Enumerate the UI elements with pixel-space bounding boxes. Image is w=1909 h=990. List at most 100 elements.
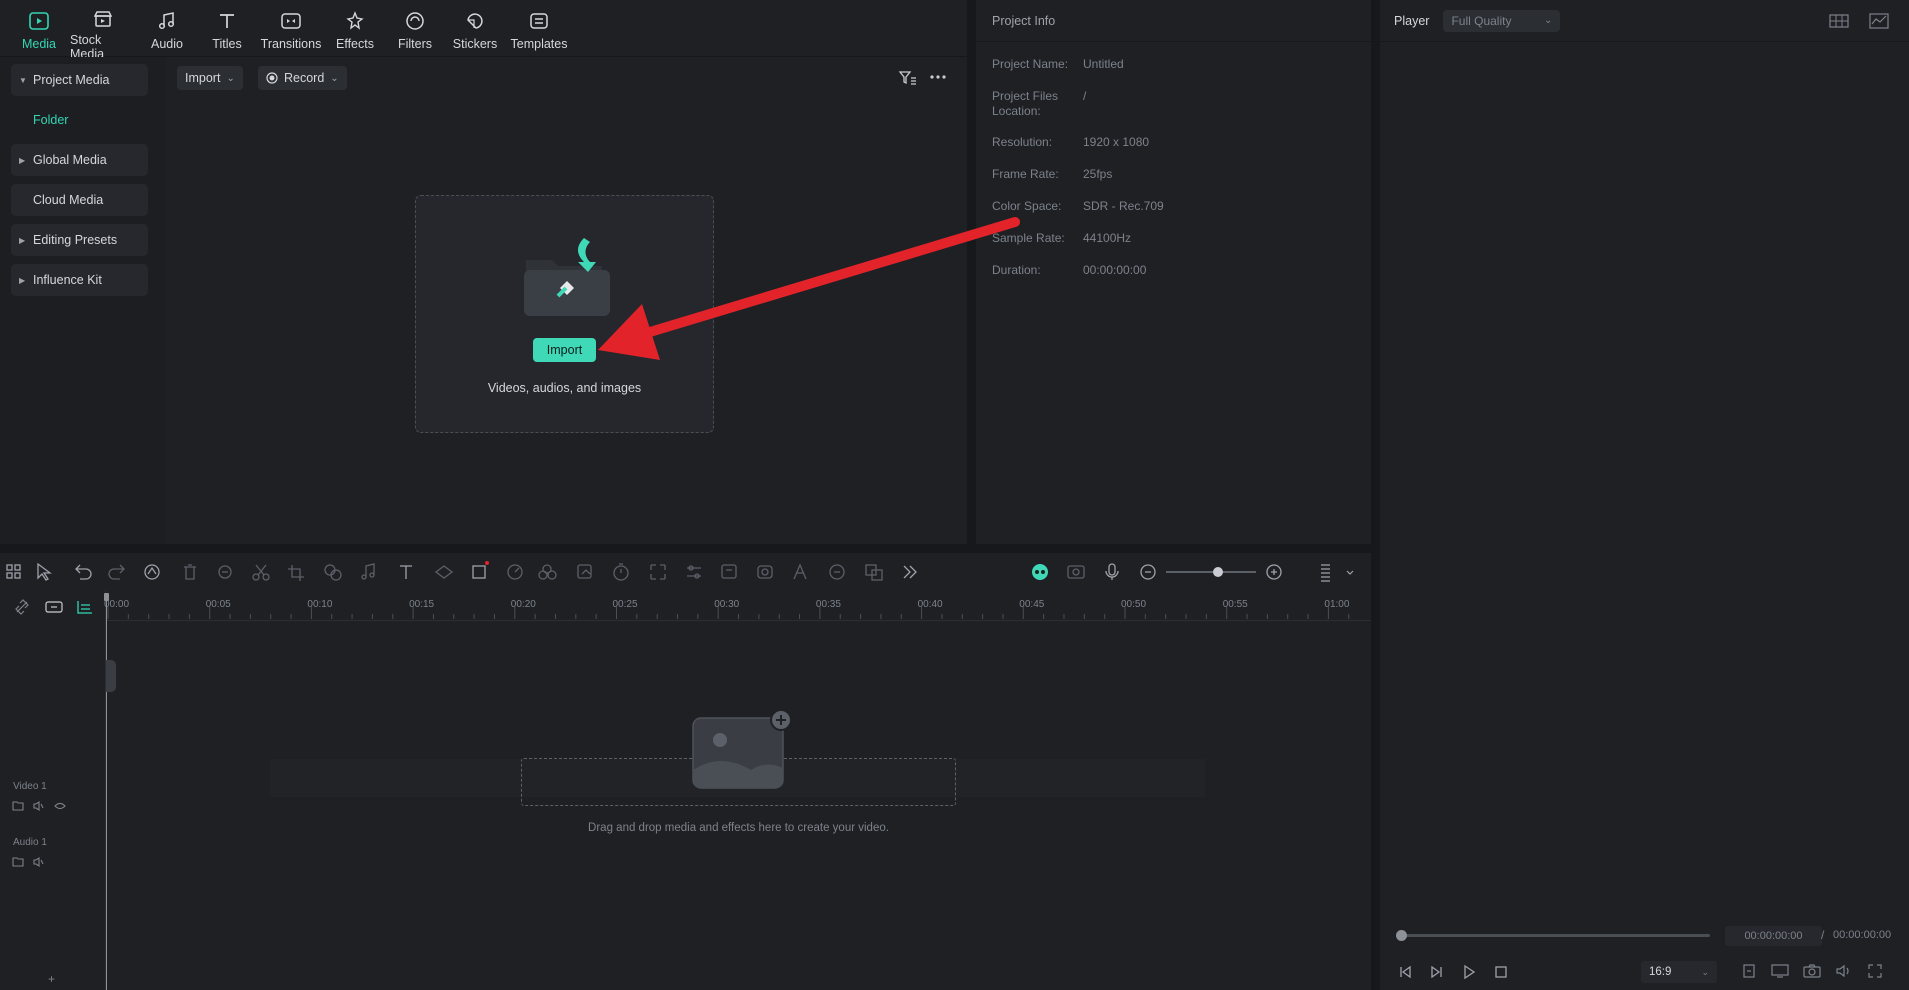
previous-frame-icon[interactable]	[1397, 964, 1413, 980]
ruler-label: 00:35	[815, 599, 841, 610]
stop-icon[interactable]	[1493, 964, 1509, 980]
microphone-icon[interactable]	[1105, 563, 1119, 580]
ruler-label: 00:40	[917, 599, 943, 610]
ai-copilot-icon[interactable]	[1032, 564, 1048, 580]
info-files-location: Project Files Location: /	[992, 89, 1087, 118]
volume-icon[interactable]	[1835, 963, 1853, 979]
mute-icon[interactable]	[33, 800, 44, 812]
tab-stock-media[interactable]: Stock Media	[70, 0, 136, 61]
mark-in-icon[interactable]	[1741, 963, 1757, 979]
playhead-line[interactable]	[106, 593, 107, 990]
aspect-ratio-dropdown[interactable]: 16:9 ⌄	[1641, 961, 1717, 983]
delete-icon[interactable]	[184, 564, 196, 580]
grid-view-icon[interactable]	[1829, 12, 1849, 30]
display-icon[interactable]	[1771, 963, 1789, 979]
color-match-icon[interactable]	[538, 564, 557, 580]
detach-audio-icon[interactable]	[324, 564, 342, 581]
tab-stickers[interactable]: Stickers	[446, 0, 504, 56]
eye-icon[interactable]	[54, 802, 66, 810]
more-tools-icon[interactable]	[903, 565, 917, 579]
tab-audio[interactable]: Audio	[138, 0, 196, 56]
import-dropdown[interactable]: Import ⌄	[177, 66, 243, 90]
current-time-display[interactable]: 00:00:00:00	[1725, 926, 1822, 946]
snapshot-icon[interactable]	[1067, 565, 1085, 579]
sidebar-item-project-media[interactable]: ▼ Project Media	[11, 64, 148, 96]
crop-icon[interactable]	[288, 565, 304, 581]
ai-portrait-icon[interactable]	[829, 564, 845, 580]
magnetic-track-icon[interactable]	[76, 599, 94, 615]
add-track-icon[interactable]	[44, 599, 64, 615]
sidebar-item-folder[interactable]: Folder	[11, 104, 148, 136]
filter-sort-icon[interactable]	[898, 69, 918, 87]
track-audio-controls	[12, 856, 44, 868]
track-settings-icon[interactable]	[1321, 564, 1330, 582]
chevron-down-icon: ⌄	[226, 72, 235, 84]
folder-lock-icon[interactable]	[12, 857, 24, 867]
zoom-slider-knob[interactable]	[1213, 567, 1223, 577]
split-scissors-icon[interactable]	[252, 564, 270, 581]
scopes-icon[interactable]	[1869, 12, 1889, 30]
redo-icon[interactable]	[108, 564, 125, 580]
sticker-tool-icon[interactable]	[577, 564, 592, 579]
panel-title: Project Info	[976, 0, 1371, 42]
mute-icon[interactable]	[33, 856, 44, 868]
tab-media[interactable]: Media	[10, 0, 68, 56]
zoom-out-icon[interactable]	[1140, 564, 1156, 580]
ruler-label: 00:45	[1019, 599, 1045, 610]
tab-effects[interactable]: Effects	[326, 0, 384, 56]
duration-timer-icon[interactable]	[613, 563, 629, 581]
next-frame-icon[interactable]	[1429, 964, 1445, 980]
undo-icon[interactable]	[75, 564, 92, 580]
adjust-sliders-icon[interactable]	[687, 565, 701, 579]
tab-titles[interactable]: Titles	[198, 0, 256, 56]
tab-transitions[interactable]: Transitions	[258, 0, 324, 56]
tab-filters[interactable]: Filters	[386, 0, 444, 56]
folder-lock-icon[interactable]	[12, 801, 24, 811]
playhead-handle[interactable]	[104, 593, 109, 601]
translate-icon[interactable]	[865, 564, 883, 581]
playback-progress-track[interactable]	[1402, 934, 1710, 937]
fullscreen-icon[interactable]	[1867, 963, 1883, 979]
snapshot-camera-icon[interactable]	[1803, 963, 1821, 979]
sidebar-item-cloud-media[interactable]: Cloud Media	[11, 184, 148, 216]
split-screen-icon[interactable]	[793, 563, 807, 580]
more-options-icon[interactable]	[929, 73, 947, 81]
time-separator: /	[1821, 928, 1825, 942]
ai-tools-icon[interactable]	[144, 564, 160, 580]
ruler-label: 00:20	[510, 599, 536, 610]
mask-tool-icon[interactable]	[434, 565, 454, 579]
speed-icon[interactable]	[507, 564, 523, 580]
sidebar-item-global-media[interactable]: ▶ Global Media	[11, 144, 148, 176]
auto-caption-icon[interactable]	[721, 564, 737, 579]
import-media-button[interactable]: Import	[533, 338, 596, 362]
playhead-knob[interactable]	[1396, 930, 1407, 941]
audio-edit-icon[interactable]	[361, 563, 375, 580]
ruler-label: 01:00	[1324, 599, 1350, 610]
add-track-plus[interactable]: +	[48, 972, 55, 986]
shape-tool-icon[interactable]	[472, 565, 486, 579]
caret-down-icon: ▼	[19, 75, 27, 85]
timeline-toolbar	[0, 553, 1371, 591]
record-dropdown[interactable]: Record ⌄	[258, 66, 347, 90]
sidebar-item-editing-presets[interactable]: ▶ Editing Presets	[11, 224, 148, 256]
quality-dropdown[interactable]: Full Quality ⌄	[1443, 9, 1561, 32]
tab-templates[interactable]: Templates	[506, 0, 572, 56]
tab-label: Audio	[151, 37, 183, 51]
select-pointer-icon[interactable]	[37, 562, 52, 581]
sidebar-item-influence-kit[interactable]: ▶ Influence Kit	[11, 264, 148, 296]
track-video-controls	[12, 800, 66, 812]
play-icon[interactable]	[1461, 964, 1477, 980]
link-off-icon[interactable]	[14, 599, 30, 615]
timeline-ruler[interactable]: 00:00 00:05 00:10 00:15 00:20 00:25 00:30 00:35…	[104, 591, 1371, 621]
track-collapse-handle[interactable]	[106, 660, 116, 692]
text-tool-icon[interactable]	[400, 565, 412, 579]
stabilize-icon[interactable]	[757, 565, 773, 579]
zoom-in-icon[interactable]	[1266, 564, 1282, 580]
tab-label: Effects	[336, 37, 374, 51]
zoom-fit-icon[interactable]	[650, 564, 666, 580]
top-nav: Media Stock Media Audio Titles Transitio…	[0, 0, 967, 61]
layout-grid-icon[interactable]	[6, 564, 21, 579]
chevron-down-icon[interactable]	[1346, 570, 1354, 575]
caret-right-icon: ▶	[19, 275, 26, 285]
keyframe-icon[interactable]	[218, 565, 232, 579]
